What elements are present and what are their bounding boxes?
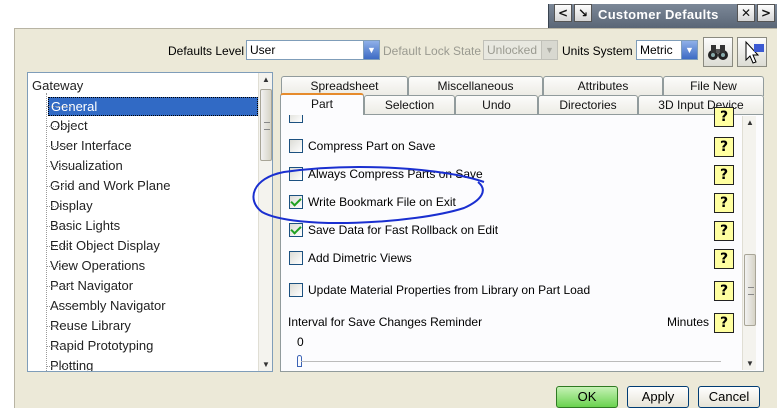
tree-item-reuse-library[interactable]: Reuse Library bbox=[48, 317, 258, 336]
ok-button[interactable]: OK bbox=[556, 386, 618, 408]
tab-directories[interactable]: Directories bbox=[538, 95, 638, 115]
tree-item-part-navigator[interactable]: Part Navigator bbox=[48, 277, 258, 296]
interval-label: Interval for Save Changes Reminder bbox=[288, 315, 483, 329]
help-icon[interactable]: ? bbox=[714, 137, 734, 157]
panel-scrollbar[interactable]: ▲ ▼ bbox=[742, 116, 756, 370]
tab-miscellaneous[interactable]: Miscellaneous bbox=[408, 76, 543, 96]
lock-state-value: Unlocked bbox=[487, 43, 538, 57]
interval-unit: Minutes bbox=[667, 315, 710, 329]
scroll-up-icon[interactable]: ▲ bbox=[744, 118, 756, 127]
help-icon[interactable]: ? bbox=[714, 249, 734, 269]
tree-root-gateway[interactable]: Gateway bbox=[32, 78, 83, 93]
tab-file-new[interactable]: File New bbox=[663, 76, 764, 96]
tree-item-display[interactable]: Display bbox=[48, 197, 258, 216]
chevron-down-icon: ▼ bbox=[363, 41, 379, 59]
tab-undo[interactable]: Undo bbox=[455, 95, 538, 115]
option-label: Add Dimetric Views bbox=[308, 251, 412, 265]
tree-item-assembly-navigator[interactable]: Assembly Navigator bbox=[48, 297, 258, 316]
option-checkbox[interactable] bbox=[289, 195, 303, 209]
units-system-select[interactable]: Metric ▼ bbox=[636, 40, 698, 60]
option-row: Add Dimetric Views? bbox=[281, 247, 751, 271]
chevron-down-icon: ▼ bbox=[681, 41, 697, 59]
option-checkbox[interactable] bbox=[289, 139, 303, 153]
binoculars-icon bbox=[708, 45, 728, 60]
help-icon[interactable]: ? bbox=[714, 281, 734, 301]
lock-state-select: Unlocked ▼ bbox=[483, 40, 558, 60]
help-icon[interactable]: ? bbox=[714, 107, 734, 127]
defaults-level-select[interactable]: User ▼ bbox=[246, 40, 380, 60]
option-label: Update Material Properties from Library … bbox=[308, 283, 591, 297]
part-settings-panel: ? Compress Part on Save? Always Compress … bbox=[280, 107, 764, 372]
tree-item-view-operations[interactable]: View Operations bbox=[48, 257, 258, 276]
tree-scrollbar[interactable]: ▲ ▼ bbox=[258, 73, 272, 371]
help-icon[interactable]: ? bbox=[714, 221, 734, 241]
tab-part[interactable]: Part bbox=[280, 93, 364, 115]
tree-item-visualization[interactable]: Visualization bbox=[48, 157, 258, 176]
cancel-button[interactable]: Cancel bbox=[698, 386, 760, 408]
tree-item-object[interactable]: Object bbox=[48, 117, 258, 136]
defaults-level-label: Defaults Level bbox=[168, 44, 245, 58]
help-icon[interactable]: ? bbox=[714, 313, 734, 333]
option-checkbox[interactable] bbox=[289, 283, 303, 297]
tree-item-basic-lights[interactable]: Basic Lights bbox=[48, 217, 258, 236]
tree-item-rapid-prototyping[interactable]: Rapid Prototyping bbox=[48, 337, 258, 356]
chevron-down-icon: ▼ bbox=[541, 41, 557, 59]
window: < ↘ Customer Defaults ✕ > Defaults Level… bbox=[0, 0, 777, 408]
option-label: Write Bookmark File on Exit bbox=[308, 195, 456, 209]
tree-item-grid-and-work-plane[interactable]: Grid and Work Plane bbox=[48, 177, 258, 196]
units-system-label: Units System bbox=[562, 44, 633, 58]
apply-button[interactable]: Apply bbox=[627, 386, 689, 408]
tree-scroll-thumb[interactable] bbox=[260, 89, 272, 161]
help-icon[interactable]: ? bbox=[714, 165, 734, 185]
option-label: Save Data for Fast Rollback on Edit bbox=[308, 223, 499, 237]
interval-value: 0 bbox=[297, 335, 304, 349]
tab-3d-input-device[interactable]: 3D Input Device bbox=[638, 95, 764, 115]
option-checkbox[interactable] bbox=[289, 251, 303, 265]
option-checkbox[interactable] bbox=[289, 167, 303, 181]
lock-state-label: Default Lock State bbox=[383, 44, 482, 58]
tab-attributes[interactable]: Attributes bbox=[543, 76, 663, 96]
scroll-down-icon[interactable]: ▼ bbox=[744, 359, 756, 368]
interval-slider-track[interactable] bbox=[301, 361, 721, 362]
defaults-level-value: User bbox=[250, 43, 276, 57]
option-row: Compress Part on Save? bbox=[281, 135, 751, 159]
option-row: Update Material Properties from Library … bbox=[281, 279, 751, 303]
find-binoculars-button[interactable] bbox=[703, 37, 733, 67]
units-system-value: Metric bbox=[640, 43, 673, 57]
scroll-up-icon[interactable]: ▲ bbox=[260, 75, 272, 84]
dialog-title: Customer Defaults bbox=[598, 7, 719, 22]
close-button[interactable]: ✕ bbox=[737, 4, 755, 22]
tab-selection[interactable]: Selection bbox=[364, 95, 455, 115]
pointer-help-icon bbox=[745, 40, 764, 64]
help-icon[interactable]: ? bbox=[714, 193, 734, 213]
tree-guide-line bbox=[46, 93, 47, 371]
tree-item-user-interface[interactable]: User Interface bbox=[48, 137, 258, 156]
option-checkbox[interactable] bbox=[289, 223, 303, 237]
panel-scroll-thumb[interactable] bbox=[744, 254, 756, 326]
tree-item-edit-object-display[interactable]: Edit Object Display bbox=[48, 237, 258, 256]
forward-button[interactable]: > bbox=[757, 4, 775, 22]
option-label: Compress Part on Save bbox=[308, 139, 436, 153]
pin-icon[interactable]: ↘ bbox=[574, 4, 592, 22]
option-label: Always Compress Parts on Save bbox=[308, 167, 483, 181]
whats-this-button[interactable] bbox=[737, 37, 767, 67]
tree-item-plotting[interactable]: Plotting bbox=[48, 357, 258, 371]
tree-item-general[interactable]: General bbox=[48, 97, 258, 116]
scroll-down-icon[interactable]: ▼ bbox=[260, 360, 272, 369]
option-row: Save Data for Fast Rollback on Edit? bbox=[281, 219, 751, 243]
option-row: Always Compress Parts on Save? bbox=[281, 163, 751, 187]
category-tree: Gateway General Object User Interface Visua… bbox=[27, 72, 273, 372]
back-button[interactable]: < bbox=[554, 4, 572, 22]
option-row: Write Bookmark File on Exit? bbox=[281, 191, 751, 215]
